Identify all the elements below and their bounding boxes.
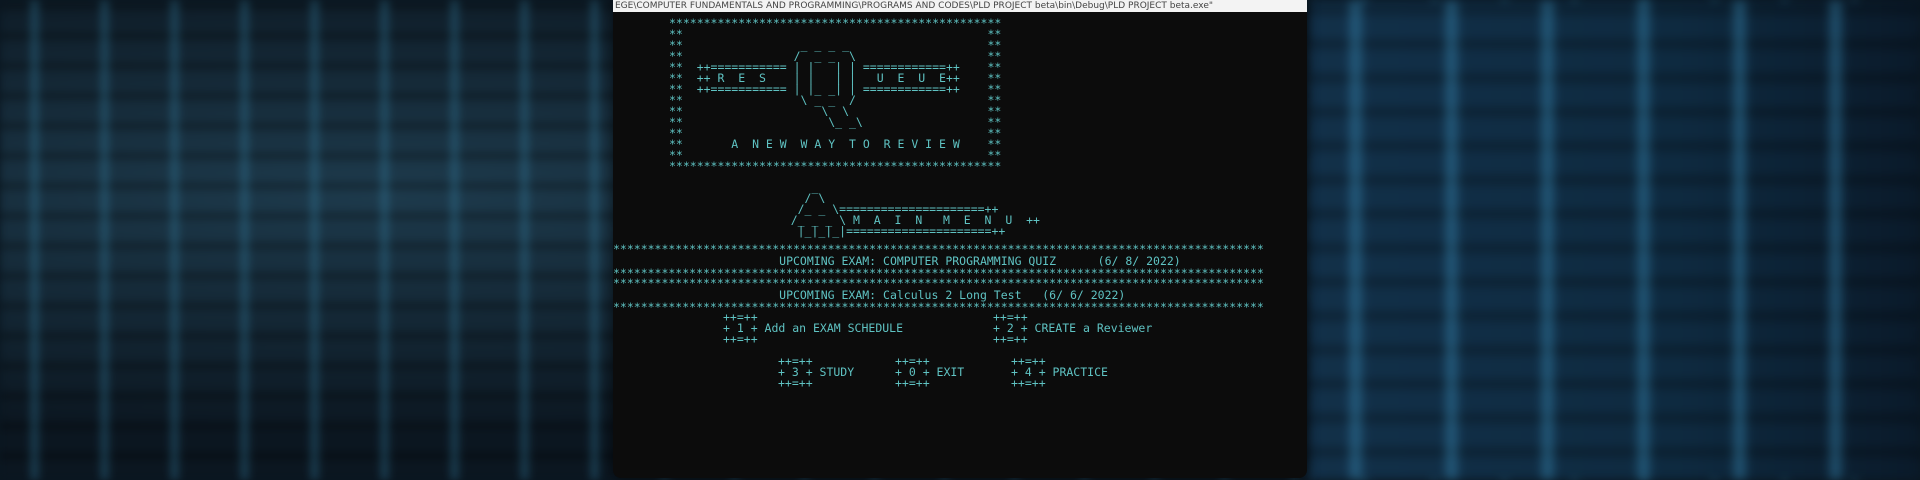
option-border: ++=++: [723, 332, 758, 346]
banner-row: ****************************************…: [669, 159, 1002, 173]
option-border: ++=++: [778, 376, 813, 390]
window-title: EGE\COMPUTER FUNDAMENTALS AND PROGRAMMIN…: [613, 0, 1307, 12]
option-border: ++=++: [993, 332, 1028, 346]
menu-art-row: |_|_|_|=====================++: [763, 224, 1006, 238]
desktop-background-right: [1307, 0, 1920, 480]
exam-separator: ****************************************…: [613, 300, 1264, 314]
console-window[interactable]: EGE\COMPUTER FUNDAMENTALS AND PROGRAMMIN…: [613, 0, 1307, 478]
option-border: ++=++: [895, 376, 930, 390]
console-output: ****************************************…: [613, 12, 1307, 478]
option-border: ++=++: [1011, 376, 1046, 390]
